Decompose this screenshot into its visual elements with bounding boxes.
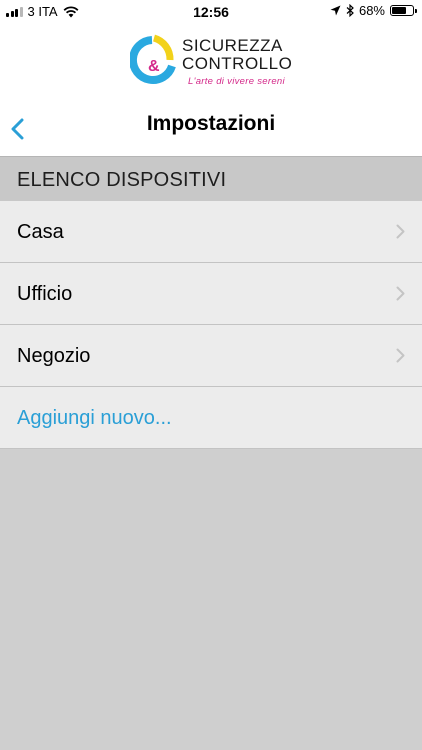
chevron-right-icon xyxy=(396,224,405,239)
battery-percent: 68% xyxy=(358,3,385,18)
device-list: Casa Ufficio Negozio Aggiungi nuovo... xyxy=(0,201,422,449)
section-header-devices: ELENCO DISPOSITIVI xyxy=(0,157,422,201)
logo-line1: SICUREZZA xyxy=(182,36,283,55)
battery-fill xyxy=(392,7,406,14)
brand-logo: & SICUREZZA CONTROLLO L'arte di vivere s… xyxy=(130,32,300,100)
add-new-device-row[interactable]: Aggiungi nuovo... xyxy=(0,387,422,449)
device-label: Casa xyxy=(17,221,64,243)
add-new-device-link[interactable]: Aggiungi nuovo... xyxy=(17,387,172,449)
battery-icon xyxy=(390,5,417,16)
navigation-header: & SICUREZZA CONTROLLO L'arte di vivere s… xyxy=(0,24,422,157)
chevron-right-icon xyxy=(396,348,405,363)
chevron-right-icon xyxy=(396,286,405,301)
device-row-ufficio[interactable]: Ufficio xyxy=(0,263,422,325)
logo-tagline: L'arte di vivere sereni xyxy=(188,76,285,87)
device-label: Negozio xyxy=(17,345,91,367)
device-row-negozio[interactable]: Negozio xyxy=(0,325,422,387)
logo-mark-icon: & xyxy=(130,34,176,84)
logo-ampersand: & xyxy=(148,58,160,75)
location-arrow-icon xyxy=(330,5,341,16)
status-bar: 3 ITA 12:56 68% xyxy=(0,0,422,24)
device-row-casa[interactable]: Casa xyxy=(0,201,422,263)
status-right: 68% xyxy=(330,3,417,18)
page-title: Impostazioni xyxy=(146,112,276,135)
bluetooth-icon xyxy=(346,4,354,17)
logo-line2: CONTROLLO xyxy=(182,54,293,73)
device-label: Ufficio xyxy=(17,283,73,305)
